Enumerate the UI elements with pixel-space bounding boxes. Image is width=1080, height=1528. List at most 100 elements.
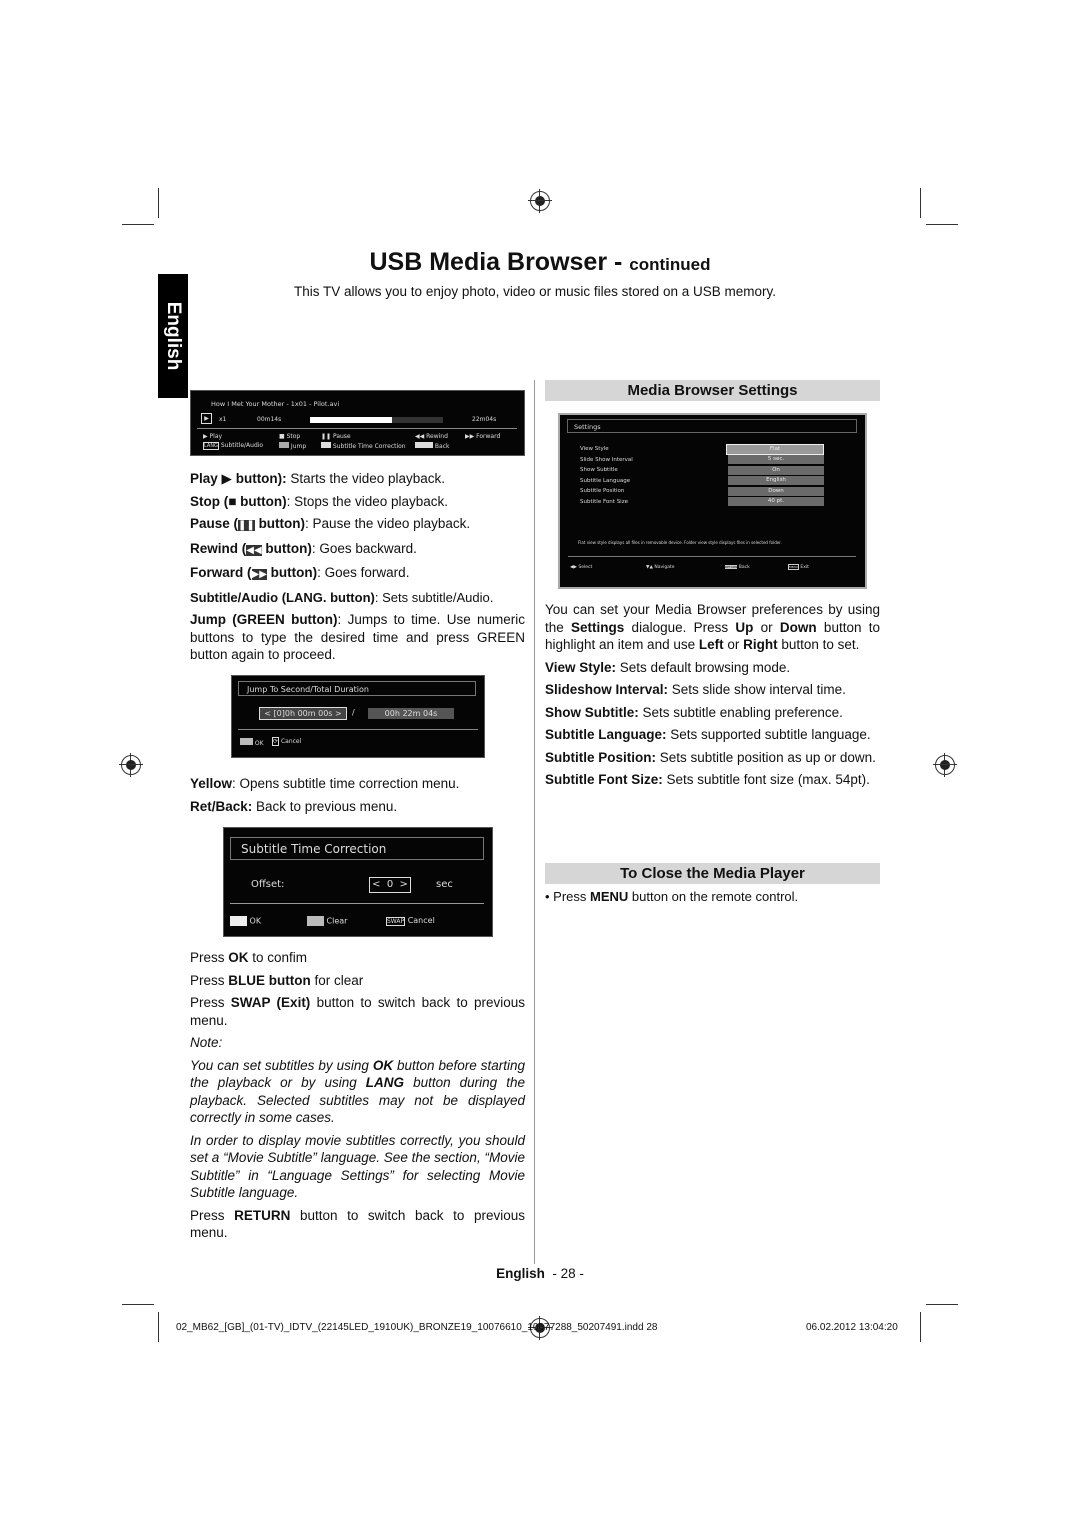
forward-desc: Forward (▶▶ button): Goes forward. bbox=[190, 565, 410, 580]
settings-row-value[interactable]: 40 pt. bbox=[728, 497, 824, 507]
swap-icon: ⟳ bbox=[272, 737, 280, 746]
forward-icon: ▶▶ bbox=[251, 569, 267, 580]
stc-ok: OK bbox=[230, 916, 261, 926]
setting-description: Subtitle Font Size: Sets subtitle font s… bbox=[545, 772, 870, 787]
crop-mark bbox=[122, 1304, 154, 1305]
pause-desc: Pause (❚❚ button): Pause the video playb… bbox=[190, 516, 471, 531]
settings-title: Settings bbox=[567, 419, 857, 433]
registration-mark-icon bbox=[933, 753, 957, 777]
settings-exit: MENU Exit bbox=[788, 564, 809, 570]
jump-dialog-screenshot: Jump To Second/Total Duration < [0]0h 00… bbox=[231, 675, 485, 758]
yellow-desc: Yellow: Opens subtitle time correction m… bbox=[190, 776, 460, 791]
player-elapsed: 00m14s bbox=[257, 416, 282, 423]
swap-desc: Press SWAP (Exit) button to switch back … bbox=[190, 995, 526, 1028]
jump-ok: OK bbox=[240, 738, 264, 747]
play-icon: ▶ bbox=[221, 471, 232, 486]
crop-mark bbox=[920, 1312, 921, 1342]
offset-stepper: < 0 > bbox=[369, 877, 411, 893]
close-instruction: • Press MENU button on the remote contro… bbox=[545, 889, 799, 904]
player-progress-bar bbox=[310, 417, 443, 423]
legend-play: ▶ Play bbox=[203, 433, 223, 440]
player-speed: x1 bbox=[219, 416, 227, 423]
setting-description: Subtitle Position: Sets subtitle positio… bbox=[545, 749, 876, 765]
rewind-icon: ◀◀ bbox=[246, 544, 262, 556]
setting-description: Subtitle Language: Sets supported subtit… bbox=[545, 727, 871, 742]
settings-row-value[interactable]: 5 sec. bbox=[728, 455, 824, 465]
legend-rewind: ◀◀ Rewind bbox=[415, 433, 448, 440]
setting-description: View Style: Sets default browsing mode. bbox=[545, 659, 791, 675]
settings-row[interactable]: Subtitle Position Down bbox=[580, 486, 824, 497]
setting-description: Show Subtitle: Sets subtitle enabling pr… bbox=[545, 704, 843, 720]
settings-row-value[interactable]: Flat bbox=[726, 443, 824, 455]
note-2: In order to display movie subtitles corr… bbox=[190, 1132, 525, 1201]
jump-desc: Jump (GREEN button): Jumps to time. Use … bbox=[190, 612, 525, 662]
subtitle-desc: Subtitle/Audio (LANG. button): Sets subt… bbox=[190, 589, 494, 605]
settings-navigate: ▼▲ Navigate bbox=[646, 565, 675, 570]
settings-row-label: Show Subtitle bbox=[580, 467, 618, 474]
player-screenshot: How I Met Your Mother - 1x01 - Pilot.avi… bbox=[190, 390, 525, 456]
legend-jump: Jump bbox=[279, 442, 306, 450]
rewind-desc: Rewind (◀◀ button): Goes backward. bbox=[190, 540, 417, 556]
settings-row-value[interactable]: On bbox=[728, 465, 824, 475]
note-1: You can set subtitles by using OK button… bbox=[190, 1057, 525, 1126]
settings-row-label: Subtitle Position bbox=[580, 488, 625, 495]
separator: / bbox=[352, 708, 355, 717]
settings-row-value[interactable]: Down bbox=[728, 486, 824, 496]
settings-row-label: Slide Show Interval bbox=[580, 456, 633, 463]
player-total: 22m04s bbox=[472, 416, 497, 423]
settings-row[interactable]: Slide Show Interval 5 sec. bbox=[580, 455, 824, 466]
crop-mark bbox=[122, 224, 154, 225]
crop-mark bbox=[158, 1312, 159, 1342]
settings-row-label: Subtitle Font Size bbox=[580, 498, 628, 505]
settings-row-label: View Style bbox=[580, 446, 609, 453]
jump-time-input: < [0]0h 00m 00s > bbox=[259, 707, 347, 720]
settings-row[interactable]: Show Subtitle On bbox=[580, 465, 824, 476]
print-slug-file: 02_MB62_[GB]_(01-TV)_IDTV_(22145LED_1910… bbox=[176, 1322, 658, 1333]
jump-cancel: ⟳ Cancel bbox=[272, 737, 302, 746]
ok-desc: Press OK to confim bbox=[190, 950, 308, 965]
legend-back: Back bbox=[415, 442, 450, 450]
settings-row-value[interactable]: English bbox=[728, 476, 824, 486]
column-divider bbox=[534, 380, 535, 1264]
stop-desc: Stop (■ button): Stops the video playbac… bbox=[190, 493, 449, 509]
stop-icon: ■ bbox=[228, 493, 237, 509]
settings-screenshot: Settings View Style Flat Slide Show Interv… bbox=[558, 413, 867, 589]
crop-mark bbox=[926, 224, 958, 225]
settings-row[interactable]: Subtitle Language English bbox=[580, 476, 824, 487]
crop-mark bbox=[920, 188, 921, 218]
language-tab: English bbox=[158, 274, 188, 398]
player-file-name: How I Met Your Mother - 1x01 - Pilot.avi bbox=[211, 400, 340, 408]
jump-dialog-title: Jump To Second/Total Duration bbox=[238, 681, 476, 696]
settings-row[interactable]: View Style Flat bbox=[580, 443, 824, 455]
settings-row[interactable]: Subtitle Font Size 40 pt. bbox=[580, 497, 824, 508]
left-column: Play ▶ button): Starts the video playbac… bbox=[190, 470, 525, 669]
play-icon: ▶ bbox=[201, 413, 212, 424]
settings-hint: Flat view style displays all files in re… bbox=[578, 540, 782, 545]
crop-mark bbox=[158, 188, 159, 218]
legend-subtitle-time: Subtitle Time Correction bbox=[321, 442, 406, 450]
page-title: USB Media Browser - continued bbox=[369, 248, 711, 276]
legend-subtitle-audio: LANG Subtitle/Audio bbox=[203, 442, 264, 450]
manual-page: USB Media Browser - continued This TV al… bbox=[0, 0, 1080, 1528]
left-column-3: Press OK to confim Press BLUE button for… bbox=[190, 949, 525, 1247]
play-desc: Play ▶ button): Starts the video playbac… bbox=[190, 471, 446, 486]
print-slug-date: 06.02.2012 13:04:20 bbox=[806, 1322, 898, 1333]
setting-description: Slideshow Interval: Sets slide show inte… bbox=[545, 682, 846, 697]
settings-back: RETURN Back bbox=[725, 565, 750, 570]
ret-desc: Ret/Back: Back to previous menu. bbox=[190, 798, 398, 814]
subtitle-time-correction-screenshot: Subtitle Time Correction Offset: < 0 > s… bbox=[223, 827, 493, 937]
media-browser-settings-header: Media Browser Settings bbox=[545, 380, 880, 401]
settings-select: ◀▶ Select bbox=[570, 565, 593, 570]
settings-intro: You can set your Media Browser preferenc… bbox=[545, 602, 880, 652]
offset-unit: sec bbox=[436, 879, 453, 890]
right-column: You can set your Media Browser preferenc… bbox=[545, 601, 880, 794]
settings-row-label: Subtitle Language bbox=[580, 477, 631, 484]
page-number: English - 28 - bbox=[496, 1266, 584, 1281]
legend-forward: ▶▶ Forward bbox=[465, 433, 501, 440]
blue-desc: Press BLUE button for clear bbox=[190, 972, 364, 988]
note-label: Note: bbox=[190, 1035, 223, 1050]
stc-cancel: SWAP Cancel bbox=[386, 916, 435, 926]
pause-icon: ❚❚ bbox=[238, 520, 255, 531]
registration-mark-icon bbox=[119, 753, 143, 777]
registration-mark-icon bbox=[528, 189, 552, 213]
